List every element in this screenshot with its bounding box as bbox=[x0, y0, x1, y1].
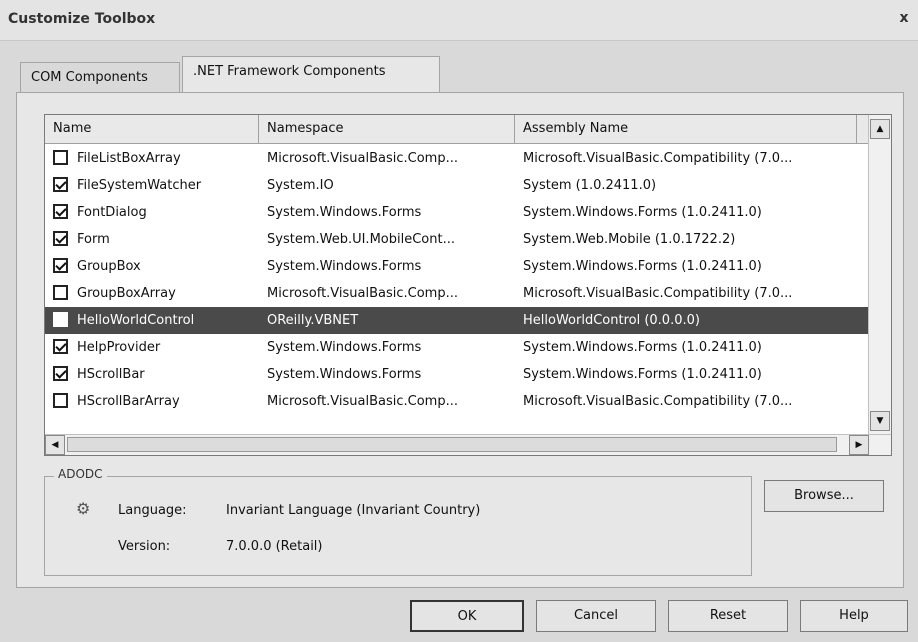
list-item[interactable]: HScrollBar System.Windows.Forms System.Win… bbox=[45, 361, 869, 388]
ok-button[interactable]: OK bbox=[410, 600, 524, 632]
component-namespace: System.Web.UI.MobileCont... bbox=[267, 232, 455, 247]
list-item[interactable]: GroupBoxArray Microsoft.VisualBasic.Comp.… bbox=[45, 280, 869, 307]
language-value: Invariant Language (Invariant Country) bbox=[226, 503, 481, 518]
component-namespace: OReilly.VBNET bbox=[267, 313, 359, 328]
component-namespace: Microsoft.VisualBasic.Comp... bbox=[267, 151, 458, 166]
component-checkbox[interactable] bbox=[53, 285, 68, 300]
list-rows: FileListBoxArray Microsoft.VisualBasic.Co… bbox=[45, 145, 869, 415]
component-assembly: System.Windows.Forms (1.0.2411.0) bbox=[523, 259, 762, 274]
component-namespace: System.Windows.Forms bbox=[267, 205, 422, 220]
version-value: 7.0.0.0 (Retail) bbox=[226, 539, 323, 554]
list-header: Name Namespace Assembly Name bbox=[45, 115, 869, 144]
component-checkbox[interactable] bbox=[53, 312, 68, 327]
component-assembly: System (1.0.2411.0) bbox=[523, 178, 657, 193]
component-namespace: System.Windows.Forms bbox=[267, 367, 422, 382]
component-namespace: System.Windows.Forms bbox=[267, 340, 422, 355]
arrow-up-icon[interactable]: ▲ bbox=[870, 119, 890, 139]
component-namespace: System.IO bbox=[267, 178, 334, 193]
column-header-namespace[interactable]: Namespace bbox=[259, 115, 515, 143]
component-namespace: System.Windows.Forms bbox=[267, 259, 422, 274]
list-item[interactable]: HelloWorldControl OReilly.VBNET HelloWorld… bbox=[45, 307, 869, 334]
list-item[interactable]: HelpProvider System.Windows.Forms System.W… bbox=[45, 334, 869, 361]
component-checkbox[interactable] bbox=[53, 258, 68, 273]
component-checkbox[interactable] bbox=[53, 393, 68, 408]
cancel-button[interactable]: Cancel bbox=[536, 600, 656, 632]
column-header-assembly[interactable]: Assembly Name bbox=[515, 115, 857, 143]
vertical-scrollbar[interactable]: ▲ ▼ bbox=[868, 115, 891, 435]
component-assembly: Microsoft.VisualBasic.Compatibility (7.0… bbox=[523, 394, 793, 409]
component-name: HelpProvider bbox=[77, 340, 161, 355]
list-item[interactable]: FontDialog System.Windows.Forms System.Win… bbox=[45, 199, 869, 226]
gear-icon: ⚙ bbox=[76, 499, 91, 518]
component-assembly: System.Web.Mobile (1.0.1722.2) bbox=[523, 232, 736, 247]
component-checkbox[interactable] bbox=[53, 177, 68, 192]
component-checkbox[interactable] bbox=[53, 339, 68, 354]
horizontal-scrollbar[interactable]: ◀ ▶ bbox=[45, 434, 891, 455]
component-checkbox[interactable] bbox=[53, 150, 68, 165]
title-bar: Customize Toolbox x bbox=[0, 0, 918, 41]
component-name: GroupBox bbox=[77, 259, 141, 274]
horizontal-scroll-thumb[interactable] bbox=[67, 437, 837, 452]
list-item[interactable]: HScrollBarArray Microsoft.VisualBasic.Com… bbox=[45, 388, 869, 415]
window-title: Customize Toolbox bbox=[8, 11, 156, 27]
component-assembly: System.Windows.Forms (1.0.2411.0) bbox=[523, 205, 762, 220]
list-item[interactable]: FileListBoxArray Microsoft.VisualBasic.Co… bbox=[45, 145, 869, 172]
arrow-down-icon[interactable]: ▼ bbox=[870, 411, 890, 431]
tab-net-framework-components[interactable]: .NET Framework Components bbox=[182, 56, 440, 92]
arrow-right-icon[interactable]: ▶ bbox=[849, 435, 869, 455]
component-info-group bbox=[44, 476, 752, 576]
close-icon[interactable]: x bbox=[896, 10, 912, 26]
browse-button[interactable]: Browse... bbox=[764, 480, 884, 512]
component-assembly: System.Windows.Forms (1.0.2411.0) bbox=[523, 367, 762, 382]
component-namespace: Microsoft.VisualBasic.Comp... bbox=[267, 286, 458, 301]
help-button[interactable]: Help bbox=[800, 600, 908, 632]
column-header-name[interactable]: Name bbox=[45, 115, 259, 143]
tab-com-components[interactable]: COM Components bbox=[20, 62, 180, 92]
arrow-left-icon[interactable]: ◀ bbox=[45, 435, 65, 455]
components-list[interactable]: Name Namespace Assembly Name FileListBox… bbox=[44, 114, 892, 456]
component-name: HelloWorldControl bbox=[77, 313, 195, 328]
component-name: Form bbox=[77, 232, 110, 247]
list-item[interactable]: Form System.Web.UI.MobileCont... System.We… bbox=[45, 226, 869, 253]
component-name: HScrollBar bbox=[77, 367, 145, 382]
component-info-title: ADODC bbox=[54, 467, 107, 481]
component-checkbox[interactable] bbox=[53, 204, 68, 219]
component-name: HScrollBarArray bbox=[77, 394, 180, 409]
component-assembly: HelloWorldControl (0.0.0.0) bbox=[523, 313, 700, 328]
component-assembly: System.Windows.Forms (1.0.2411.0) bbox=[523, 340, 762, 355]
language-label: Language: bbox=[118, 503, 187, 518]
version-label: Version: bbox=[118, 539, 171, 554]
component-namespace: Microsoft.VisualBasic.Comp... bbox=[267, 394, 458, 409]
component-name: FileSystemWatcher bbox=[77, 178, 202, 193]
component-assembly: Microsoft.VisualBasic.Compatibility (7.0… bbox=[523, 151, 793, 166]
reset-button[interactable]: Reset bbox=[668, 600, 788, 632]
list-item[interactable]: FileSystemWatcher System.IO System (1.0.24… bbox=[45, 172, 869, 199]
component-name: FontDialog bbox=[77, 205, 147, 220]
list-item[interactable]: GroupBox System.Windows.Forms System.Windo… bbox=[45, 253, 869, 280]
component-checkbox[interactable] bbox=[53, 366, 68, 381]
component-assembly: Microsoft.VisualBasic.Compatibility (7.0… bbox=[523, 286, 793, 301]
component-checkbox[interactable] bbox=[53, 231, 68, 246]
component-name: GroupBoxArray bbox=[77, 286, 176, 301]
component-name: FileListBoxArray bbox=[77, 151, 181, 166]
